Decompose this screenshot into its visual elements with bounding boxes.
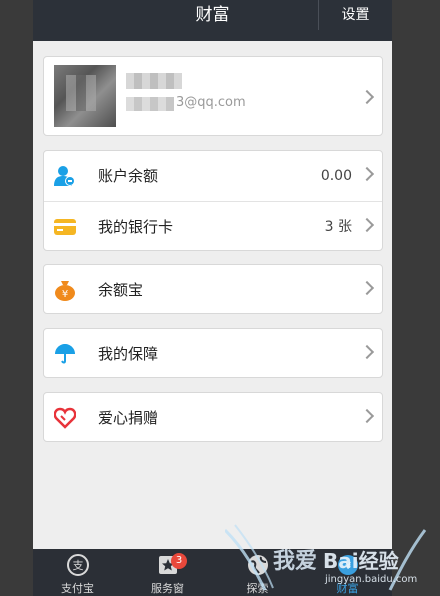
yuebao-label: 余额宝 xyxy=(98,281,144,299)
chevron-right-icon xyxy=(359,89,375,105)
chevron-right-icon xyxy=(359,217,375,233)
list-item-protection[interactable]: 我的保障 xyxy=(44,329,382,379)
svg-text:Bai经验: Bai经验 xyxy=(323,549,399,573)
donation-label: 爱心捐赠 xyxy=(98,409,159,427)
profile-email: 3@qq.com xyxy=(176,95,246,110)
avatar xyxy=(54,65,116,127)
baidu-watermark-logo: 我爱 Bai经验 jingyan.baidu.com xyxy=(225,524,427,591)
profile-card[interactable]: 3@qq.com xyxy=(43,56,383,136)
account-user-icon xyxy=(54,166,75,186)
yuebao-card: ¥ 余额宝 xyxy=(43,264,383,314)
phone-screen: 财富 设置 3@qq.com 账户余额 0.00 我的银行卡 3 张 ¥ 余额宝… xyxy=(33,0,392,596)
balance-card: 账户余额 0.00 我的银行卡 3 张 xyxy=(43,150,383,251)
tab-label: 服务窗 xyxy=(151,582,184,595)
list-item-bank-cards[interactable]: 我的银行卡 3 张 xyxy=(44,201,382,252)
notification-badge: 3 xyxy=(171,553,187,569)
settings-button[interactable]: 设置 xyxy=(318,0,392,30)
svg-text:支: 支 xyxy=(73,559,84,572)
balance-label: 账户余额 xyxy=(98,167,159,185)
balance-value: 0.00 xyxy=(320,168,352,184)
list-item-donation[interactable]: 爱心捐赠 xyxy=(44,393,382,443)
profile-email-blurred xyxy=(126,97,174,111)
bank-cards-label: 我的银行卡 xyxy=(98,218,174,236)
svg-text:我爱: 我爱 xyxy=(273,549,317,574)
heart-icon xyxy=(54,407,76,429)
list-item-balance[interactable]: 账户余额 0.00 xyxy=(44,151,382,201)
money-bag-icon: ¥ xyxy=(55,281,75,301)
svg-text:¥: ¥ xyxy=(62,289,68,300)
svg-text:jingyan.baidu.com: jingyan.baidu.com xyxy=(324,574,417,585)
donation-card: 爱心捐赠 xyxy=(43,392,383,442)
tab-label: 支付宝 xyxy=(61,582,94,595)
tab-alipay[interactable]: 支 支付宝 xyxy=(33,549,122,596)
top-bar: 财富 设置 xyxy=(33,0,392,41)
protection-label: 我的保障 xyxy=(98,345,159,363)
chevron-right-icon xyxy=(359,280,375,296)
chevron-right-icon xyxy=(359,344,375,360)
tab-service-window[interactable]: 3 服务窗 xyxy=(123,549,212,596)
chevron-right-icon xyxy=(359,166,375,182)
profile-name-blurred xyxy=(126,73,182,89)
chevron-right-icon xyxy=(359,408,375,424)
protection-card: 我的保障 xyxy=(43,328,383,378)
bank-card-icon xyxy=(54,219,76,235)
list-item-yuebao[interactable]: ¥ 余额宝 xyxy=(44,265,382,315)
umbrella-icon xyxy=(55,344,75,364)
bank-cards-count: 3 张 xyxy=(324,219,352,235)
alipay-icon: 支 xyxy=(67,554,89,576)
